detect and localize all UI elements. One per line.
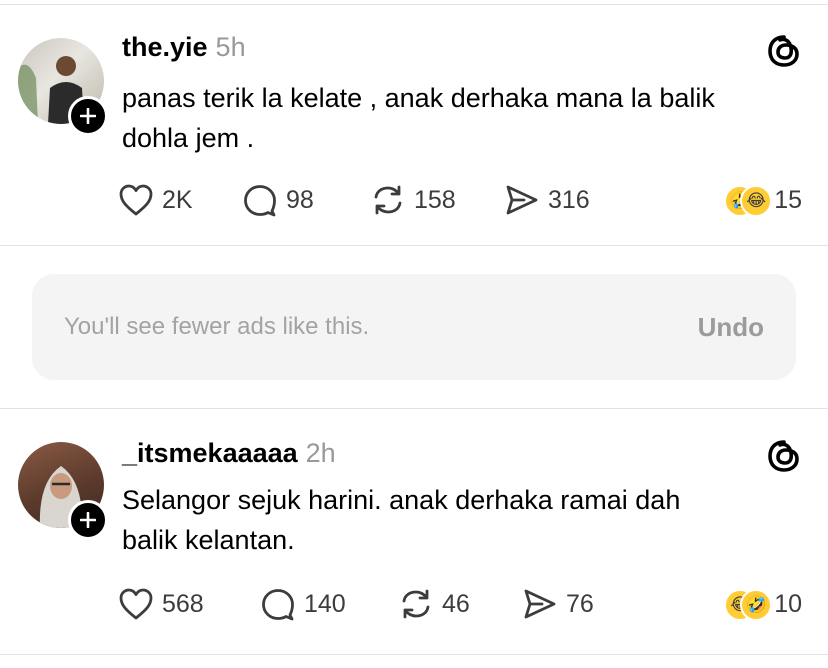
repost-icon: [402, 589, 430, 619]
comment-icon: [244, 185, 276, 217]
post-text-line: dohla jem .: [122, 123, 255, 153]
reaction-count: 15: [774, 185, 802, 214]
reactions-summary[interactable]: 🤣 😂 15: [724, 180, 802, 220]
post-header: _itsmekaaaaa 2h: [122, 438, 336, 469]
reply-count: 140: [304, 589, 346, 618]
plus-icon: [80, 512, 96, 528]
post-text-line: panas terik la kelate , anak derhaka man…: [122, 83, 715, 113]
threads-logo-icon[interactable]: [766, 33, 802, 69]
avatar[interactable]: [18, 38, 108, 136]
top-divider: [0, 4, 828, 5]
post-divider: [0, 245, 828, 246]
ad-feedback-notice: You'll see fewer ads like this. Undo: [32, 274, 796, 380]
rofl-emoji-icon: 🤣: [740, 589, 773, 621]
undo-button[interactable]: Undo: [698, 274, 764, 380]
follow-button[interactable]: [68, 96, 108, 136]
follow-button[interactable]: [68, 500, 108, 540]
bottom-divider: [0, 654, 828, 655]
reply-count: 98: [286, 185, 314, 214]
reply-button[interactable]: 140: [260, 584, 346, 624]
reactions-summary[interactable]: 😂 🤣 10: [724, 584, 802, 624]
post-divider: [0, 408, 828, 409]
share-count: 316: [548, 185, 590, 214]
post-text-line: balik kelantan.: [122, 525, 295, 555]
comment-icon: [262, 589, 294, 621]
tears-of-joy-emoji-icon: 😂: [740, 185, 773, 217]
plus-icon: [80, 108, 96, 124]
avatar[interactable]: [18, 442, 108, 540]
post-time: 5h: [215, 32, 246, 62]
like-button[interactable]: 2K: [118, 180, 193, 220]
like-button[interactable]: 568: [118, 584, 204, 624]
heart-icon: [119, 588, 153, 620]
post-text-line: Selangor sejuk harini. anak derhaka rama…: [122, 485, 681, 515]
repost-count: 46: [442, 589, 470, 618]
reaction-count: 10: [774, 589, 802, 618]
send-icon: [524, 589, 556, 619]
username-link[interactable]: the.yie: [122, 32, 208, 62]
heart-icon: [119, 184, 153, 216]
reply-button[interactable]: 98: [242, 180, 314, 220]
repost-button[interactable]: 158: [370, 180, 456, 220]
send-icon: [506, 185, 538, 215]
username-link[interactable]: _itsmekaaaaa: [122, 438, 298, 468]
post-body: panas terik la kelate , anak derhaka man…: [122, 78, 802, 158]
post-time: 2h: [305, 438, 336, 468]
share-button[interactable]: 316: [504, 180, 590, 220]
reaction-emojis: 🤣 😂: [724, 185, 773, 217]
post-header: the.yie 5h: [122, 32, 246, 63]
repost-button[interactable]: 46: [398, 584, 470, 624]
like-count: 568: [162, 589, 204, 618]
threads-logo-icon[interactable]: [766, 438, 802, 474]
reaction-emojis: 😂 🤣: [724, 589, 773, 621]
notice-text: You'll see fewer ads like this.: [64, 313, 370, 340]
share-button[interactable]: 76: [522, 584, 594, 624]
share-count: 76: [566, 589, 594, 618]
post-body: Selangor sejuk harini. anak derhaka rama…: [122, 480, 802, 560]
repost-count: 158: [414, 185, 456, 214]
like-count: 2K: [162, 185, 193, 214]
repost-icon: [374, 185, 402, 215]
